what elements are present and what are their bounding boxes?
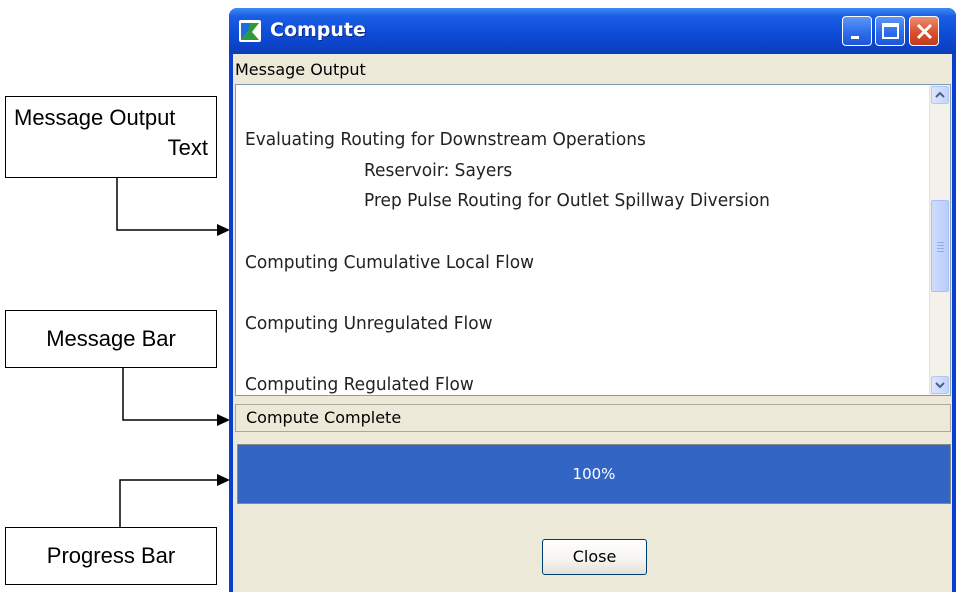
progress-text: 100% [572,465,616,483]
message-line: Computing Unregulated Flow [245,314,493,334]
close-window-button[interactable] [909,16,939,46]
close-icon [916,23,933,40]
chevron-up-icon [935,91,945,98]
window-title: Compute [270,19,366,41]
message-line: Evaluating Routing for Downstream Operat… [245,130,646,150]
message-line: Reservoir: Sayers [364,161,513,181]
maximize-button[interactable] [875,16,905,46]
chevron-down-icon [935,382,945,389]
scroll-thumb[interactable] [931,200,949,292]
minimize-icon [851,36,859,39]
scroll-up-button[interactable] [931,86,949,104]
window-client-area: Message Output Evaluating Routing for Do… [233,54,952,592]
close-button[interactable]: Close [542,539,647,575]
progress-bar: 100% [237,444,951,504]
thumb-grip-line [937,242,944,243]
title-bar[interactable]: Compute [229,8,956,54]
message-output-content: Evaluating Routing for Downstream Operat… [245,85,925,395]
message-line: Computing Cumulative Local Flow [245,253,535,273]
message-output-label: Message Output [235,60,366,79]
arrow-message-output [116,178,220,231]
message-line: Prep Pulse Routing for Outlet Spillway D… [364,191,770,211]
arrow-message-bar [122,368,220,421]
minimize-button[interactable] [842,16,872,46]
message-line: Computing Regulated Flow [245,375,474,395]
compute-app-icon [239,20,261,42]
scroll-down-button[interactable] [931,376,949,394]
compute-window: Compute Message Output Evaluating Routin… [229,8,956,592]
maximize-icon [882,23,899,39]
message-bar-text: Compute Complete [246,408,402,427]
thumb-grip-line [937,248,944,249]
thumb-grip-line [937,251,944,252]
arrow-progress-bar [119,479,220,527]
thumb-grip-line [937,245,944,246]
message-output-textarea[interactable]: Evaluating Routing for Downstream Operat… [235,84,951,396]
message-bar: Compute Complete [235,404,951,432]
vertical-scrollbar[interactable] [929,85,950,395]
